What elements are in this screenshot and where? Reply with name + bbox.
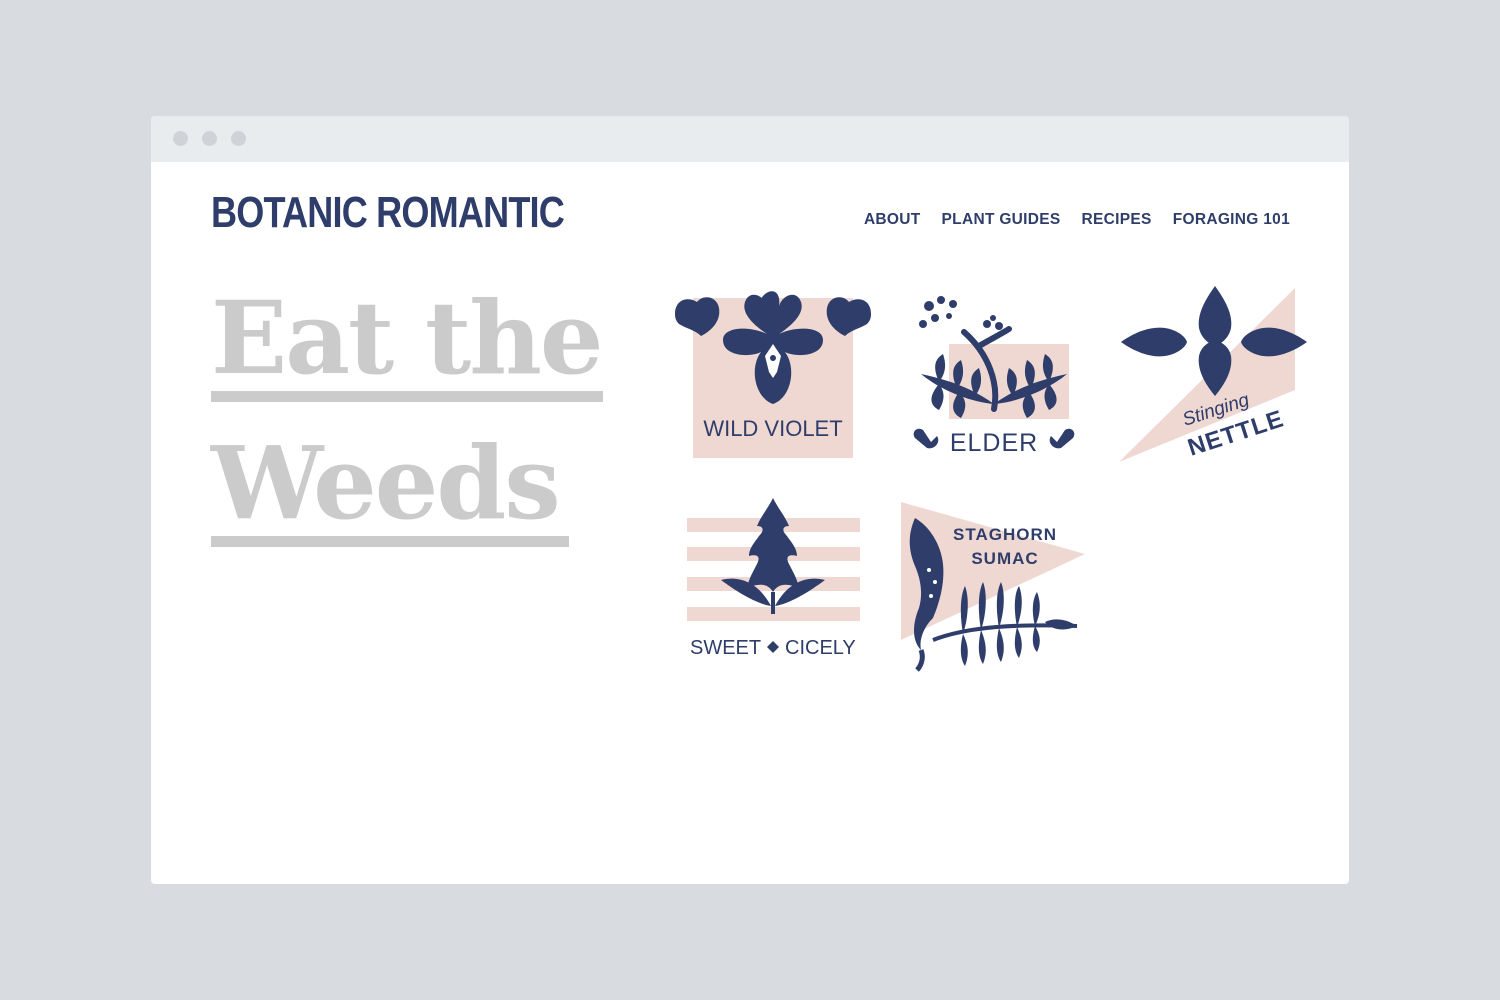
- cicely-leaf-icon: [747, 498, 799, 592]
- elder-berries-icon: [919, 296, 1003, 330]
- badge-wild-violet[interactable]: WILD VIOLET: [673, 286, 873, 461]
- elder-ornament-left-icon: [913, 428, 939, 449]
- elder-ornament-right-icon: [1049, 428, 1075, 449]
- badge-label-sumac-line2: SUMAC: [971, 549, 1038, 568]
- nav-link-plant-guides[interactable]: PLANT GUIDES: [942, 211, 1061, 229]
- sumac-stem-icon: [915, 649, 925, 672]
- badge-label-elder: ELDER: [950, 429, 1038, 457]
- badge-label-sumac-line1: STAGHORN: [953, 525, 1057, 544]
- nav-item: RECIPES: [1061, 211, 1152, 229]
- badge-stinging-nettle[interactable]: Stinging NETTLE: [1119, 284, 1311, 469]
- window-minimize-dot[interactable]: [202, 131, 217, 146]
- nav-item: ABOUT: [843, 211, 921, 229]
- elder-illustration: ELDER: [913, 296, 1075, 457]
- violet-pistil-icon: [770, 355, 776, 361]
- window-maximize-dot[interactable]: [231, 131, 246, 146]
- stinging-nettle-illustration: Stinging NETTLE: [1119, 286, 1307, 462]
- browser-title-bar: [151, 116, 1349, 162]
- badge-sweet-cicely[interactable]: SWEET CICELY: [687, 496, 862, 666]
- nav-link-about[interactable]: ABOUT: [864, 211, 921, 229]
- hero-line-2: Weeds: [211, 433, 569, 547]
- diamond-icon: [767, 641, 779, 653]
- sweet-cicely-illustration: SWEET CICELY: [687, 498, 860, 659]
- hero-line-1: Eat the: [211, 288, 604, 402]
- staghorn-sumac-illustration: STAGHORN SUMAC: [901, 502, 1085, 672]
- badge-label-wild-violet: WILD VIOLET: [703, 416, 842, 441]
- badge-elder[interactable]: ELDER: [909, 294, 1079, 464]
- badge-label-cicely-word1: SWEET: [690, 637, 761, 659]
- badge-label-cicely-word2: CICELY: [785, 637, 856, 659]
- nav-item: PLANT GUIDES: [921, 211, 1061, 229]
- wild-violet-illustration: WILD VIOLET: [675, 291, 871, 458]
- nav-link-recipes[interactable]: RECIPES: [1082, 211, 1152, 229]
- nav-item: FORAGING 101: [1152, 211, 1290, 229]
- cicely-stem-icon: [771, 592, 775, 614]
- browser-window: BOTANIC ROMANTIC ABOUT PLANT GUIDES RECI…: [151, 116, 1349, 884]
- nav-list: ABOUT PLANT GUIDES RECIPES FORAGING 101: [843, 211, 1290, 229]
- badge-staghorn-sumac[interactable]: STAGHORN SUMAC: [899, 500, 1089, 672]
- window-close-dot[interactable]: [173, 131, 188, 146]
- nav-link-foraging-101[interactable]: FORAGING 101: [1173, 211, 1290, 229]
- site-logo[interactable]: BOTANIC ROMANTIC: [211, 188, 565, 238]
